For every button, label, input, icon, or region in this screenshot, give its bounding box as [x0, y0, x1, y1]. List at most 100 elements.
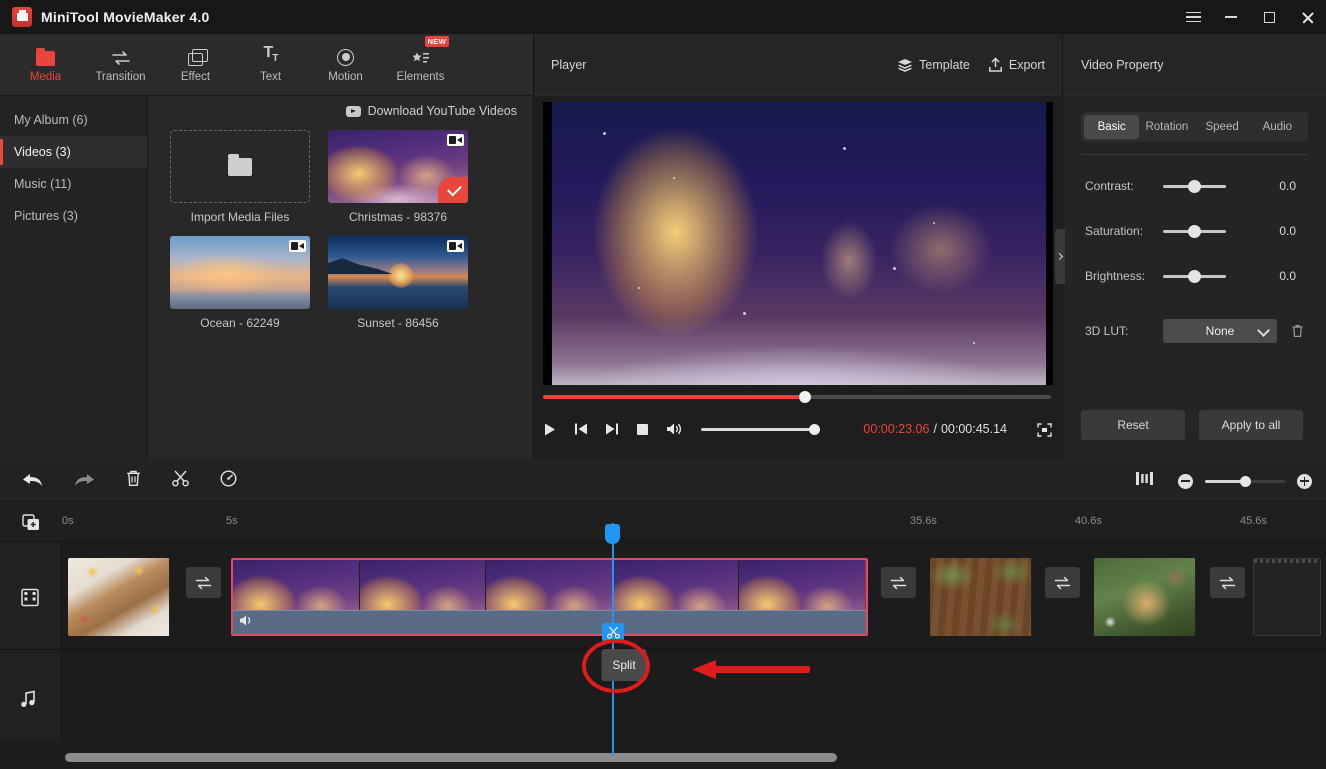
timeline-clip[interactable]: [1094, 558, 1196, 636]
transition-slot-button[interactable]: [1210, 567, 1245, 598]
property-tabs: Basic Rotation Speed Audio: [1081, 112, 1308, 142]
fit-to-screen-button[interactable]: [1135, 471, 1154, 491]
clip-frame: [1094, 558, 1196, 636]
timeline-toolbar: [0, 460, 1326, 502]
ruler-tick: 45.6s: [1240, 515, 1267, 527]
undo-button[interactable]: [22, 471, 43, 492]
saturation-slider[interactable]: [1163, 230, 1226, 233]
tab-audio[interactable]: Audio: [1250, 115, 1305, 139]
media-thumbnail[interactable]: [170, 236, 310, 309]
delete-button[interactable]: [126, 470, 141, 492]
timeline-ruler[interactable]: 0s 5s 35.6s 40.6s 45.6s: [0, 502, 1326, 542]
lut-select[interactable]: None: [1163, 319, 1277, 343]
reset-button[interactable]: Reset: [1081, 410, 1185, 440]
lut-selected-value: None: [1206, 324, 1235, 338]
media-item-sunset[interactable]: Sunset - 86456: [328, 236, 468, 330]
ruler-tick: 40.6s: [1075, 515, 1102, 527]
tab-motion[interactable]: Motion: [308, 34, 383, 96]
player-header-actions: Template Export: [897, 57, 1045, 72]
close-button[interactable]: [1288, 0, 1326, 34]
media-item-import[interactable]: Import Media Files: [170, 130, 310, 224]
slider-handle[interactable]: [1188, 270, 1201, 283]
brightness-label: Brightness:: [1085, 269, 1163, 283]
ruler-ticks: 0s 5s 35.6s 40.6s 45.6s: [0, 502, 1326, 542]
brightness-slider[interactable]: [1163, 275, 1226, 278]
split-tool-button[interactable]: [172, 470, 189, 492]
transition-slot-button[interactable]: [881, 567, 916, 598]
media-item-christmas[interactable]: Christmas - 98376: [328, 130, 468, 224]
template-button[interactable]: Template: [897, 58, 970, 72]
app-logo-icon: [12, 7, 32, 27]
category-pictures[interactable]: Pictures (3): [0, 200, 147, 232]
tab-media[interactable]: Media: [8, 34, 83, 96]
download-youtube-button[interactable]: Download YouTube Videos: [148, 96, 533, 126]
volume-handle[interactable]: [809, 424, 820, 435]
volume-icon[interactable]: [666, 422, 682, 436]
tab-text[interactable]: TT Text: [233, 34, 308, 96]
zoom-handle[interactable]: [1240, 476, 1251, 487]
timeline-zoom-slider[interactable]: [1205, 480, 1285, 483]
next-frame-button[interactable]: [605, 422, 619, 436]
transition-slot-button[interactable]: [1045, 567, 1080, 598]
horizontal-scrollbar[interactable]: [65, 753, 837, 762]
stop-button[interactable]: [636, 423, 649, 436]
speaker-icon[interactable]: [239, 614, 253, 627]
clip-frame: [930, 558, 1032, 636]
timeline-tools: [22, 460, 237, 502]
slider-handle[interactable]: [1188, 225, 1201, 238]
lut-label: 3D LUT:: [1085, 324, 1163, 338]
motion-icon: [337, 46, 354, 66]
zoom-in-button[interactable]: [1297, 474, 1312, 489]
title-bar: MiniTool MovieMaker 4.0: [0, 0, 1326, 34]
category-music[interactable]: Music (11): [0, 168, 147, 200]
timeline-clip[interactable]: [68, 558, 170, 636]
brightness-value: 0.0: [1279, 269, 1296, 283]
category-videos[interactable]: Videos (3): [0, 136, 147, 168]
previous-frame-button[interactable]: [574, 422, 588, 436]
contrast-value: 0.0: [1279, 179, 1296, 193]
timeline-clip-selected[interactable]: [231, 558, 868, 636]
transition-icon: [111, 46, 131, 66]
playhead-handle[interactable]: [605, 524, 620, 544]
tab-effect[interactable]: Effect: [158, 34, 233, 96]
main-toolbar: Media Transition Effect TT Text Motion: [0, 34, 533, 96]
timeline-clip[interactable]: [930, 558, 1032, 636]
zoom-out-button[interactable]: [1178, 474, 1193, 489]
video-preview[interactable]: [543, 102, 1053, 385]
volume-slider[interactable]: [701, 428, 816, 431]
timeline-clip-empty[interactable]: [1253, 558, 1321, 636]
panel-collapse-toggle[interactable]: [1055, 229, 1065, 284]
fullscreen-button[interactable]: [1037, 423, 1051, 436]
export-button[interactable]: Export: [988, 57, 1045, 72]
tab-basic[interactable]: Basic: [1084, 115, 1139, 139]
saturation-value: 0.0: [1279, 224, 1296, 238]
tab-elements[interactable]: NEW Elements: [383, 34, 458, 96]
seek-handle[interactable]: [799, 391, 811, 403]
tab-rotation[interactable]: Rotation: [1139, 115, 1194, 139]
media-item-ocean[interactable]: Ocean - 62249: [170, 236, 310, 330]
category-my-album[interactable]: My Album (6): [0, 104, 147, 136]
speed-button[interactable]: [220, 470, 237, 492]
import-dropzone[interactable]: [170, 130, 310, 203]
tab-transition[interactable]: Transition: [83, 34, 158, 96]
video-track[interactable]: [62, 542, 1326, 649]
redo-button[interactable]: [74, 471, 95, 492]
minimize-button[interactable]: [1212, 0, 1250, 34]
apply-to-all-button[interactable]: Apply to all: [1199, 410, 1303, 440]
play-button[interactable]: [543, 422, 557, 437]
gutter-divider: [0, 649, 62, 650]
maximize-button[interactable]: [1250, 0, 1288, 34]
seek-bar[interactable]: [543, 395, 1051, 399]
media-thumbnail[interactable]: [328, 130, 468, 203]
slider-handle[interactable]: [1188, 180, 1201, 193]
delete-lut-icon[interactable]: [1291, 324, 1304, 338]
clip-thumbnails: [930, 558, 1032, 636]
tab-speed[interactable]: Speed: [1195, 115, 1250, 139]
media-thumbnail[interactable]: [328, 236, 468, 309]
menu-button[interactable]: [1174, 0, 1212, 34]
video-type-icon: [447, 240, 464, 252]
contrast-slider[interactable]: [1163, 185, 1226, 188]
window-controls: [1174, 0, 1326, 34]
transition-slot-button[interactable]: [186, 567, 221, 598]
video-property-panel: Video Property Basic Rotation Speed Audi…: [1062, 34, 1326, 459]
